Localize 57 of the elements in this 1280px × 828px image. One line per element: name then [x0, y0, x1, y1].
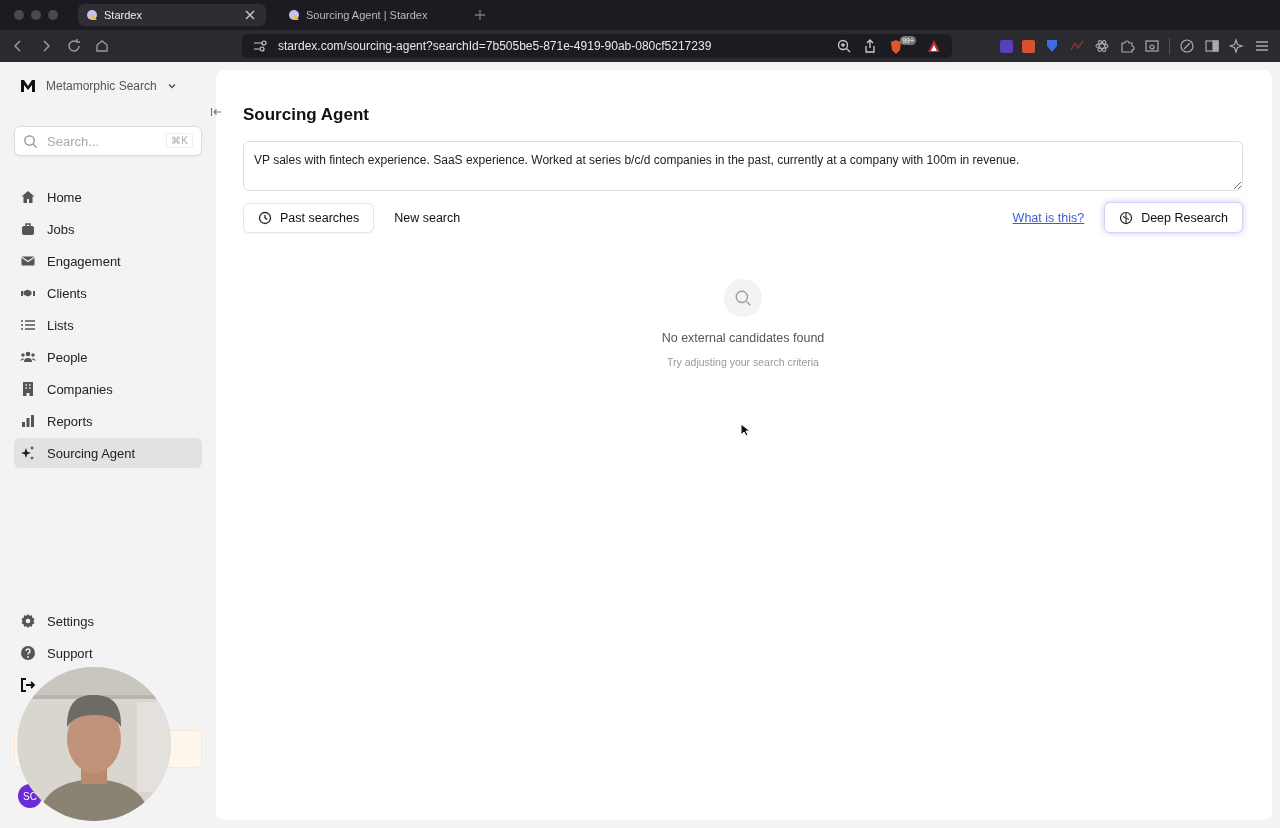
nav-item[interactable]: Support	[14, 638, 202, 668]
triangle-icon[interactable]	[926, 38, 942, 54]
past-searches-button[interactable]: Past searches	[243, 202, 375, 233]
shield-icon[interactable]	[1044, 38, 1060, 54]
nav-item[interactable]: Jobs	[14, 214, 202, 244]
menu-icon[interactable]	[1254, 38, 1270, 54]
browser-tab[interactable]: Sourcing Agent | Stardex	[280, 4, 468, 26]
logo-icon	[20, 78, 36, 94]
window-icon[interactable]	[1144, 38, 1160, 54]
nav-item[interactable]: Home	[14, 182, 202, 212]
nav-item[interactable]: Reports	[14, 406, 202, 436]
deep-research-button[interactable]: Deep Research	[1104, 202, 1243, 233]
building-icon	[20, 381, 36, 397]
site-icon	[288, 9, 300, 21]
reload-icon[interactable]	[66, 38, 82, 54]
empty-state-title: No external candidates found	[661, 331, 825, 345]
search-icon	[734, 289, 752, 307]
site-settings-icon[interactable]	[252, 38, 268, 54]
new-search-button[interactable]: New search	[380, 202, 475, 233]
page-title: Sourcing Agent	[243, 105, 370, 125]
logout-icon[interactable]	[20, 677, 36, 693]
nav-item[interactable]: Lists	[14, 310, 202, 340]
nav-item[interactable]: Clients	[14, 278, 202, 308]
help-link[interactable]: What is this?	[1012, 210, 1085, 225]
zoom-icon[interactable]	[836, 38, 853, 54]
gear-icon	[20, 613, 36, 629]
home-icon[interactable]	[94, 38, 110, 54]
address-field[interactable]: stardex.com/sourcing-agent?searchId=7b505be5-871e-4919-90ab-080cf5217239	[278, 39, 827, 53]
search-icon	[23, 134, 38, 149]
people-icon	[20, 349, 36, 365]
workspace-name[interactable]: Metamorphic Search	[46, 79, 157, 93]
extension-icon[interactable]	[1022, 39, 1035, 53]
puzzle-icon[interactable]	[1119, 38, 1135, 54]
empty-state-hint: Try adjusting your search criteria	[667, 356, 819, 368]
nav-item[interactable]: Settings	[14, 606, 202, 636]
sparkle-icon[interactable]	[1229, 38, 1245, 54]
plus-icon[interactable]	[472, 7, 488, 23]
browser-tab[interactable]: Stardex	[78, 4, 266, 26]
query-field[interactable]: VP sales with fintech experience. SaaS experience. Worked at series b/c/d companies in the past, currently at a company with 100m in revenue.	[243, 141, 1243, 191]
list-icon	[20, 317, 36, 333]
nav-item[interactable]: Sourcing Agent	[14, 438, 202, 468]
question-icon	[20, 645, 36, 661]
clock-icon	[258, 210, 272, 225]
cursor-icon	[740, 423, 750, 437]
atom-icon[interactable]	[1094, 38, 1110, 54]
briefcase-icon	[20, 221, 36, 237]
collapse-sidebar-icon[interactable]	[210, 106, 222, 118]
sidebar-icon[interactable]	[1204, 38, 1220, 54]
bar-chart-icon	[20, 413, 36, 429]
nav-item[interactable]: Companies	[14, 374, 202, 404]
sparkle-icon	[20, 445, 36, 461]
nav-item[interactable]: People	[14, 342, 202, 372]
site-icon	[86, 9, 98, 21]
shortcut-hint: ⌘K	[166, 133, 193, 148]
home-icon	[20, 189, 36, 205]
nav-item[interactable]: Engagement	[14, 246, 202, 276]
chevron-down-icon[interactable]	[166, 81, 177, 91]
